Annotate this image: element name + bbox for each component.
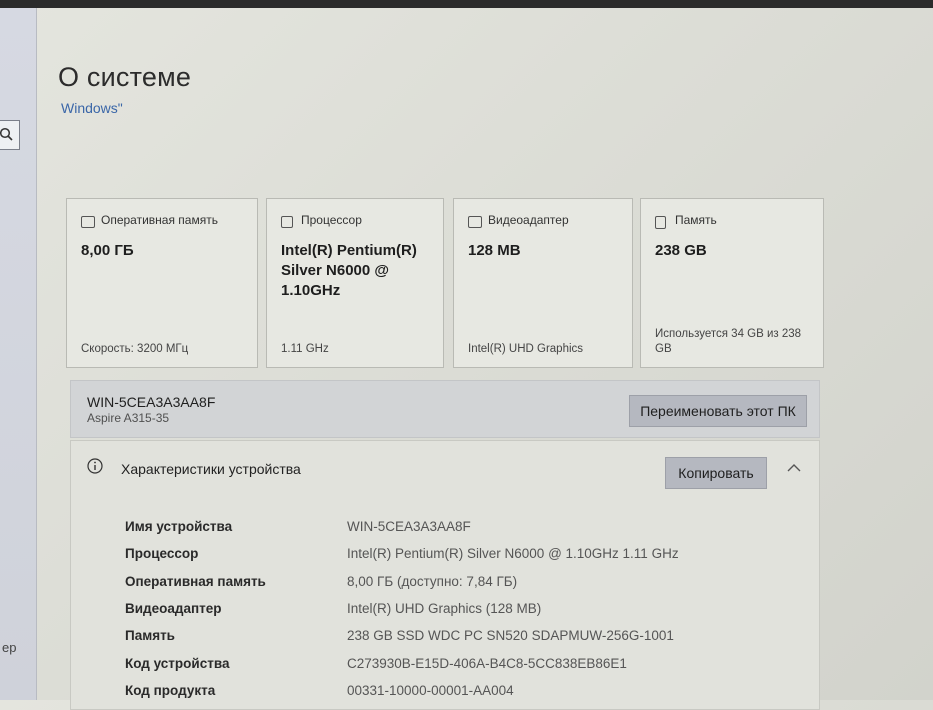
spec-row: Имя устройства WIN-5CEA3A3AA8F [125,519,805,541]
section-title: Характеристики устройства [121,461,301,477]
storage-icon [655,216,666,229]
page-title: О системе [58,62,192,92]
spec-key: Оперативная память [125,574,266,589]
settings-sidebar: ер [0,8,37,700]
spec-row: Оперативная память 8,00 ГБ (доступно: 7,… [125,574,805,596]
spec-value: 238 GB SSD WDC PC SN520 SDAPMUW-256G-100… [347,628,674,643]
spec-value: Intel(R) UHD Graphics (128 MB) [347,601,542,616]
card-footer: Intel(R) UHD Graphics [468,343,584,355]
device-model: Aspire A315-35 [87,411,170,425]
spec-row: Код продукта 00331-10000-00001-AA004 [125,683,805,705]
card-processor: Процессор Intel(R) Pentium(R) Silver N60… [266,198,444,368]
rename-pc-button[interactable]: Переименовать этот ПК [629,395,807,427]
spec-key: Код продукта [125,683,216,698]
spec-row: Код устройства C273930B-E15D-406A-B4C8-5… [125,656,805,678]
spec-key: Имя устройства [125,519,233,534]
spec-value: 00331-10000-00001-AA004 [347,683,514,698]
sidebar-item-label[interactable]: ер [2,640,16,655]
sidebar-search-button[interactable] [0,120,20,150]
card-footer: 1.11 GHz [281,343,329,355]
info-icon [87,458,103,474]
device-specifications-panel: Характеристики устройства Копировать Имя… [70,440,820,710]
card-value: 238 GB [655,242,707,259]
spec-row: Процессор Intel(R) Pentium(R) Silver N60… [125,546,805,568]
spec-key: Код устройства [125,656,230,671]
spec-value: C273930B-E15D-406A-B4C8-5CC838EB86E1 [347,656,627,671]
spec-key: Память [125,628,175,643]
spec-key: Процессор [125,546,199,561]
spec-value: 8,00 ГБ (доступно: 7,84 ГБ) [347,574,518,589]
card-video-adapter: Видеоадаптер 128 MB Intel(R) UHD Graphic… [453,198,633,368]
processor-icon [281,216,293,228]
spec-value: Intel(R) Pentium(R) Silver N6000 @ 1.10G… [347,546,679,561]
card-title: Оперативная память [101,213,218,227]
memory-icon [81,216,95,228]
device-name: WIN-5CEA3A3AA8F [87,394,216,410]
window-top-bar [0,0,933,8]
card-value: Intel(R) Pentium(R) Silver N6000 @ 1.10G… [281,242,417,299]
card-memory: Оперативная память 8,00 ГБ Скорость: 320… [66,198,258,368]
card-storage: Память 238 GB Используется 34 GB из 238 … [640,198,824,368]
card-footer: Используется 34 GB из 238 GB [655,328,802,355]
video-adapter-icon [468,216,482,228]
card-title: Видеоадаптер [488,213,569,227]
spec-row: Память 238 GB SSD WDC PC SN520 SDAPMUW-2… [125,628,805,650]
copy-button[interactable]: Копировать [665,457,767,489]
card-title: Процессор [301,213,362,227]
card-value: 8,00 ГБ [81,242,134,259]
chevron-up-icon[interactable] [787,463,801,473]
device-name-panel: WIN-5CEA3A3AA8F Aspire A315-35 Переимено… [70,380,820,438]
card-footer: Скорость: 3200 МГц [81,343,189,355]
card-value: 128 MB [468,242,521,259]
windows-breadcrumb: Windows" [61,100,123,116]
search-icon [0,127,13,141]
spec-value: WIN-5CEA3A3AA8F [347,519,471,534]
card-title: Память [675,213,717,227]
spec-key: Видеоадаптер [125,601,222,616]
spec-row: Видеоадаптер Intel(R) UHD Graphics (128 … [125,601,805,623]
